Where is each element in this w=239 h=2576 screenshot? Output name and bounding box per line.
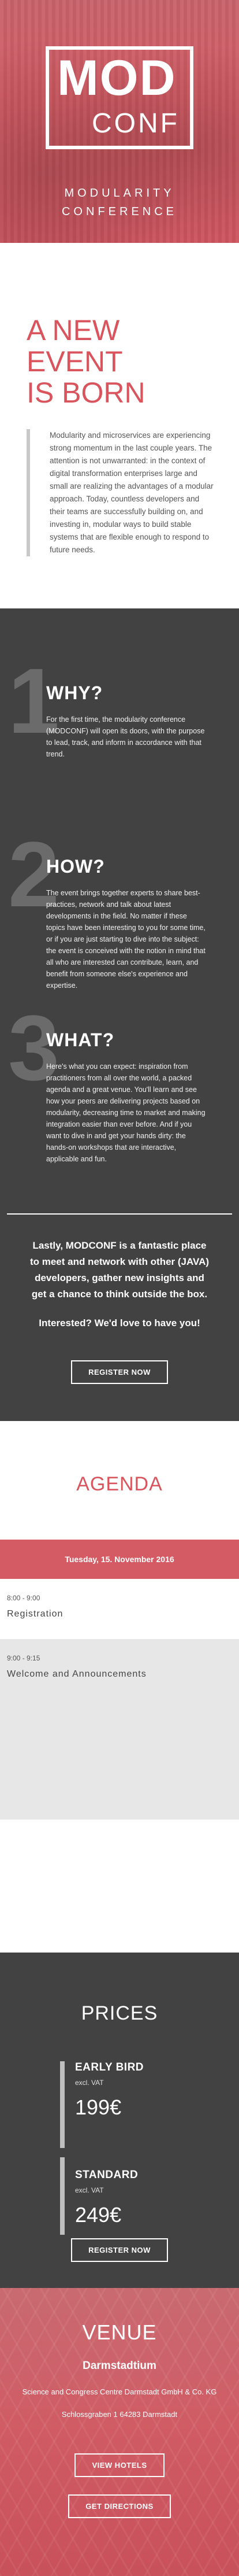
intro-heading: A NEW EVENT IS BORN [27,315,211,408]
venue-heading: VENUE [82,2320,157,2344]
venue-name: Darmstadtium [83,2360,156,2372]
feature-title: WHY? [46,682,103,703]
feature-why: 1 WHY? For the first time, the modularit… [0,655,239,843]
get-directions-button[interactable]: GET DIRECTIONS [68,2494,171,2518]
features-section: 1 WHY? For the first time, the modularit… [0,608,239,1421]
agenda-slot[interactable]: 8:00 - 9:00 Registration [0,1579,239,1639]
logo-text-bottom: CONF [92,108,180,139]
cta-text: Lastly, MODCONF is a fantastic place to … [29,1240,210,1300]
agenda-heading: AGENDA [76,1473,163,1495]
feature-text: The event brings together experts to sha… [46,889,206,990]
view-hotels-button[interactable]: VIEW HOTELS [74,2453,165,2477]
venue-section: VENUE Darmstadtium Science and Congress … [0,2288,239,2576]
feature-how: 2 HOW? The event brings together experts… [0,828,239,1017]
agenda-header: AGENDA [0,1421,239,1540]
price-card-accent-bar [60,2061,65,2148]
modconf-logo[interactable]: MOD CONF [46,46,193,149]
hero-subtitle-line1: MODULARITY [64,187,175,200]
agenda-slot-title: Welcome and Announcements [7,1669,147,1679]
directions-button-wrap: GET DIRECTIONS [0,2494,239,2518]
hero-subtitle: MODULARITY CONFERENCE [0,184,239,221]
feature-text: For the first time, the modularity confe… [46,715,205,758]
venue-organization: Science and Congress Centre Darmstadt Gm… [22,2387,217,2396]
price-card-standard: STANDARD excl. VAT 249€ [60,2157,191,2235]
agenda-spacer [0,1820,239,1953]
price-vat-note: excl. VAT [75,2186,104,2194]
agenda-slot-time: 9:00 - 9:15 [7,1654,40,1662]
register-now-button[interactable]: REGISTER NOW [71,1360,168,1384]
price-amount: 249€ [75,2203,122,2227]
cta-block: Lastly, MODCONF is a fantastic place to … [0,1215,239,1421]
price-card-early-bird: EARLY BIRD excl. VAT 199€ [60,2061,191,2148]
agenda-slot-title: Registration [7,1609,64,1619]
cta-interest-text: Interested? We'd love to have you! [39,1317,200,1328]
agenda-section: AGENDA Tuesday, 15. November 2016 8:00 -… [0,1421,239,1953]
price-vat-note: excl. VAT [75,2079,104,2087]
feature-what: 3 WHAT? Here's what you can expect: insp… [0,1002,239,1213]
prices-section: PRICES EARLY BIRD excl. VAT 199€ STANDAR… [0,1953,239,2288]
feature-title: HOW? [46,856,105,877]
agenda-slot-time: 8:00 - 9:00 [7,1594,40,1602]
prices-button-wrap: REGISTER NOW [0,2238,239,2262]
intro-heading-line1: A NEW [27,314,120,346]
venue-address: Schlossgraben 1 64283 Darmstadt [61,2410,178,2419]
intro-section: A NEW EVENT IS BORN Modularity and micro… [0,243,239,608]
price-amount: 199€ [75,2095,122,2119]
intro-heading-line2: EVENT [27,345,123,378]
feature-text: Here's what you can expect: inspiration … [46,1062,206,1163]
price-name: EARLY BIRD [75,2061,144,2073]
feature-title: WHAT? [46,1029,115,1050]
logo-text-top: MOD [57,50,177,106]
agenda-date-bar[interactable]: Tuesday, 15. November 2016 [0,1540,239,1579]
price-card-accent-bar [60,2157,65,2235]
hero-subtitle-line2: CONFERENCE [61,205,177,218]
register-now-button[interactable]: REGISTER NOW [71,2238,168,2262]
price-name: STANDARD [75,2169,139,2181]
agenda-slot[interactable]: 9:00 - 9:15 Welcome and Announcements [0,1639,239,1820]
intro-heading-line3: IS BORN [27,377,145,409]
intro-body-text: Modularity and microservices are experie… [27,429,216,556]
prices-heading: PRICES [81,2002,158,2024]
hero-section: MOD CONF MODULARITY CONFERENCE [0,0,239,243]
